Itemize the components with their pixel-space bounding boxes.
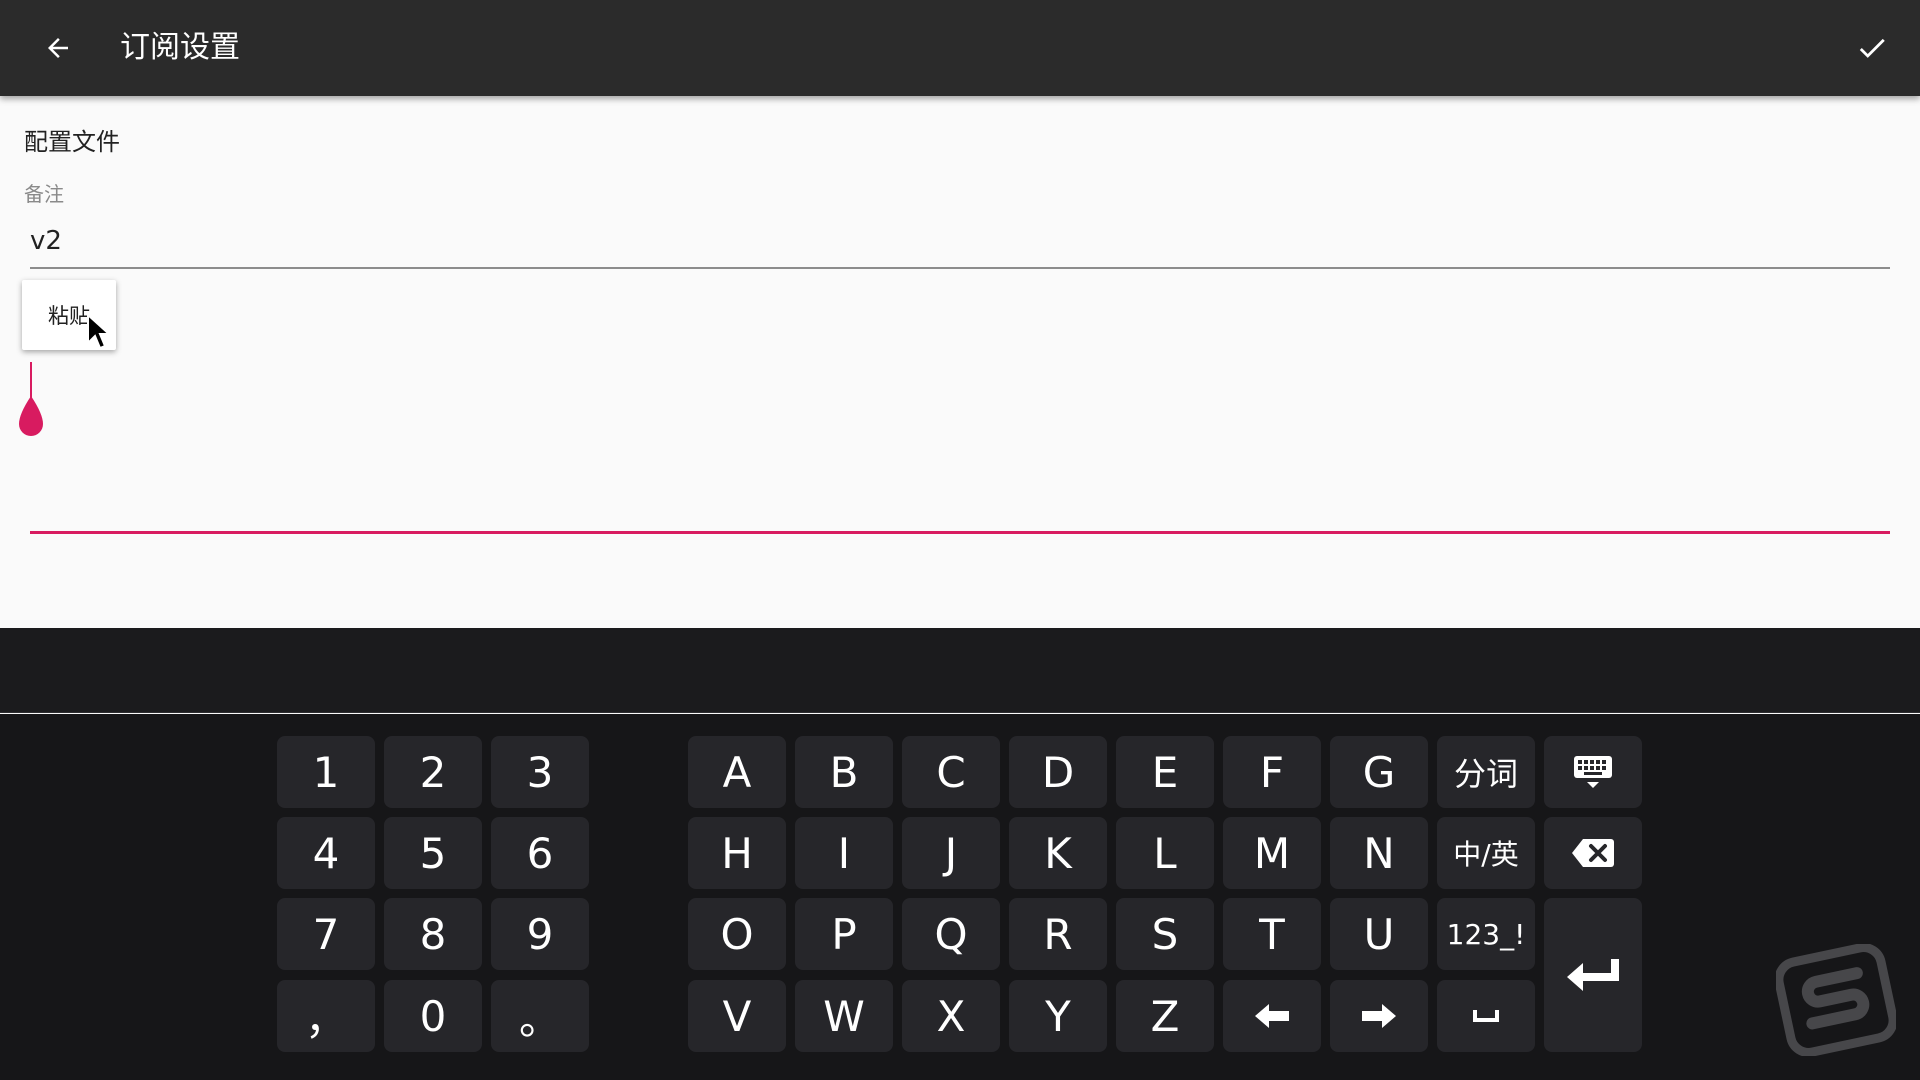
back-button[interactable] [34, 24, 82, 72]
key-i[interactable]: I [795, 817, 893, 889]
app-bar: 订阅设置 [0, 0, 1920, 96]
key-y[interactable]: Y [1009, 980, 1107, 1052]
key-p[interactable]: P [795, 898, 893, 970]
key-a[interactable]: A [688, 736, 786, 808]
key-x[interactable]: X [902, 980, 1000, 1052]
check-icon [1859, 38, 1885, 58]
text-selection-handle[interactable] [15, 394, 47, 438]
key-2[interactable]: 2 [384, 736, 482, 808]
arrow-left-key-icon [1255, 1004, 1289, 1028]
key-f[interactable]: F [1223, 736, 1321, 808]
key-cursor-right[interactable] [1330, 980, 1428, 1052]
key-space[interactable] [1437, 980, 1535, 1052]
key-1[interactable]: 1 [277, 736, 375, 808]
key-c[interactable]: C [902, 736, 1000, 808]
key-s[interactable]: S [1116, 898, 1214, 970]
key-7[interactable]: 7 [277, 898, 375, 970]
key-hide-keyboard[interactable] [1544, 736, 1642, 808]
keyboard-candidate-bar [0, 628, 1920, 713]
key-h[interactable]: H [688, 817, 786, 889]
url-input-underline[interactable] [30, 531, 1890, 534]
arrow-right-key-icon [1362, 1004, 1396, 1028]
on-screen-keyboard: 1 2 3 4 5 6 7 8 9 ， 0 。 A B C D E F G 分词… [0, 714, 1920, 1080]
enter-icon [1567, 959, 1619, 991]
section-title: 配置文件 [24, 128, 120, 156]
key-t[interactable]: T [1223, 898, 1321, 970]
key-u[interactable]: U [1330, 898, 1428, 970]
key-z[interactable]: Z [1116, 980, 1214, 1052]
key-symbols[interactable]: 123_! [1437, 898, 1535, 970]
key-3[interactable]: 3 [491, 736, 589, 808]
mouse-pointer-icon [87, 313, 112, 350]
key-g[interactable]: G [1330, 736, 1428, 808]
key-n[interactable]: N [1330, 817, 1428, 889]
key-segment[interactable]: 分词 [1437, 736, 1535, 808]
remarks-label: 备注 [24, 182, 64, 206]
key-language-switch[interactable]: 中/英 [1437, 817, 1535, 889]
form-content: 配置文件 备注 v2 粘贴 [0, 96, 1920, 628]
key-4[interactable]: 4 [277, 817, 375, 889]
key-period[interactable]: 。 [491, 980, 589, 1052]
key-w[interactable]: W [795, 980, 893, 1052]
key-r[interactable]: R [1009, 898, 1107, 970]
key-0[interactable]: 0 [384, 980, 482, 1052]
page-title: 订阅设置 [120, 30, 240, 65]
confirm-button[interactable] [1848, 24, 1896, 72]
key-o[interactable]: O [688, 898, 786, 970]
space-icon [1473, 1010, 1499, 1022]
key-comma[interactable]: ， [277, 980, 375, 1052]
key-m[interactable]: M [1223, 817, 1321, 889]
app-logo-watermark-icon [1776, 944, 1896, 1056]
key-b[interactable]: B [795, 736, 893, 808]
key-d[interactable]: D [1009, 736, 1107, 808]
key-q[interactable]: Q [902, 898, 1000, 970]
key-v[interactable]: V [688, 980, 786, 1052]
keyboard-hide-icon [1574, 756, 1612, 788]
remarks-underline [30, 267, 1890, 269]
key-enter[interactable] [1544, 898, 1642, 1052]
key-backspace[interactable] [1544, 817, 1642, 889]
remarks-input[interactable]: v2 [30, 226, 62, 256]
key-cursor-left[interactable] [1223, 980, 1321, 1052]
key-9[interactable]: 9 [491, 898, 589, 970]
key-k[interactable]: K [1009, 817, 1107, 889]
key-e[interactable]: E [1116, 736, 1214, 808]
key-8[interactable]: 8 [384, 898, 482, 970]
key-l[interactable]: L [1116, 817, 1214, 889]
key-6[interactable]: 6 [491, 817, 589, 889]
backspace-icon [1572, 839, 1614, 867]
key-j[interactable]: J [902, 817, 1000, 889]
key-5[interactable]: 5 [384, 817, 482, 889]
arrow-left-icon [48, 38, 68, 58]
